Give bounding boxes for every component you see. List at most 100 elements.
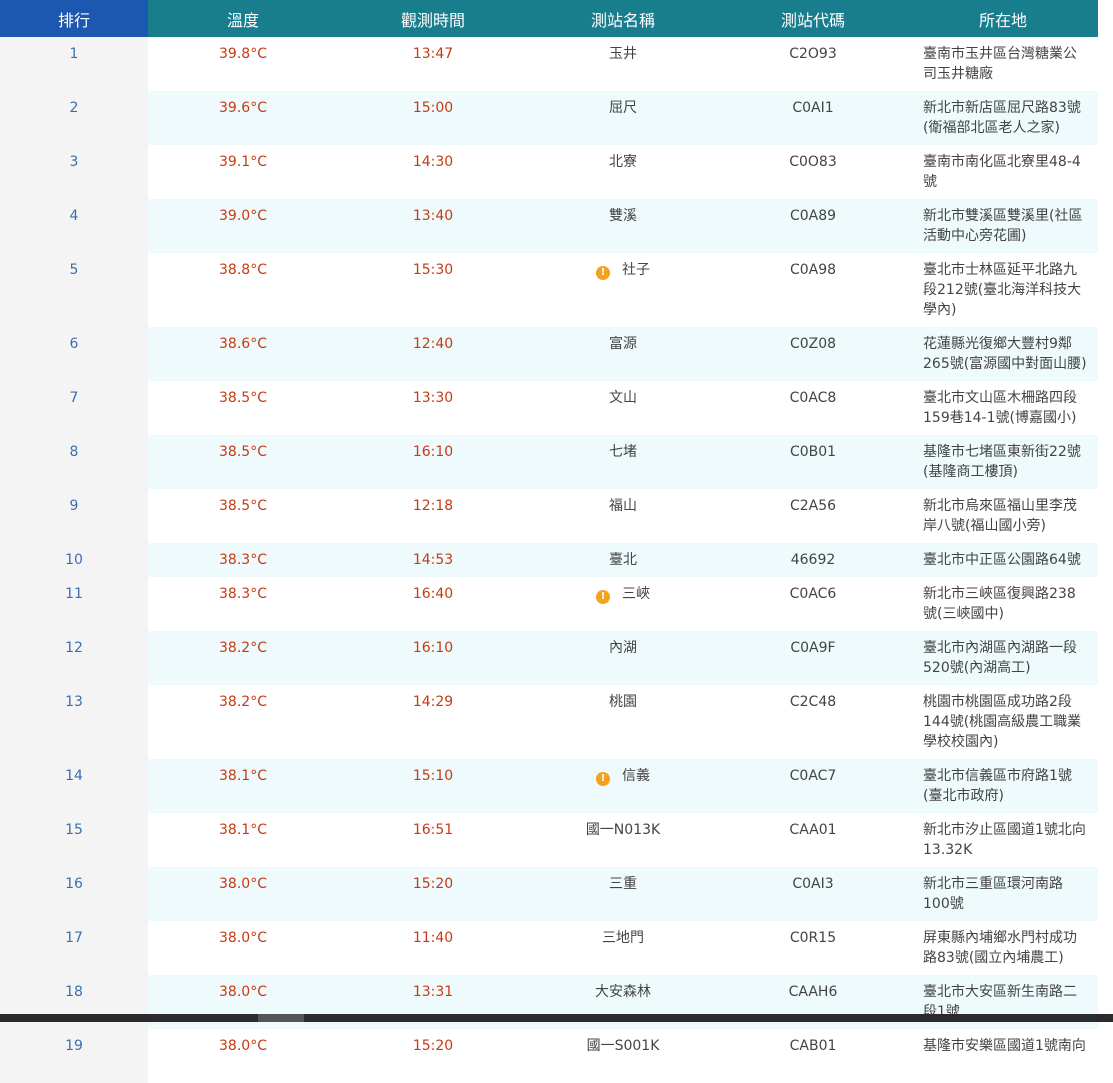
station-name[interactable]: 大安森林 [595,984,651,1000]
table-row[interactable]: 13 38.2°C 14:29 桃園 C2C48 桃園市桃園區成功路2段144號(桃園高級… [0,685,1098,759]
station-name[interactable]: 屈尺 [609,100,637,116]
rank-cell: 8 [0,435,148,489]
station-name[interactable]: 雙溪 [609,208,637,224]
table-row[interactable]: 17 38.0°C 11:40 三地門 C0R15 屏東縣內埔鄉水門村成功路83號(國立內… [0,921,1098,975]
station-name[interactable]: 信義 [622,768,650,784]
station-code-cell: C0R15 [718,921,908,975]
station-name[interactable]: 臺北 [609,552,637,568]
temperature-cell: 39.0°C [148,199,338,253]
temperature-ranking-table: 排行 溫度 觀測時間 測站名稱 測站代碼 所在地 1 39.8°C 13:47 玉井 C… [0,0,1098,1083]
temperature-cell: 38.0°C [148,867,338,921]
station-name-cell[interactable]: 福山 [528,489,718,543]
station-name-cell[interactable]: 七堵 [528,435,718,489]
temperature-cell: 38.5°C [148,435,338,489]
time-cell: 13:30 [338,381,528,435]
warning-icon: ! [596,590,610,604]
station-name-cell[interactable]: 三地門 [528,921,718,975]
table-row[interactable]: 1 39.8°C 13:47 玉井 C2O93 臺南市玉井區台灣糖業公司玉井糖廠 [0,37,1098,91]
station-name[interactable]: 國一S001K [587,1038,660,1054]
station-name-cell[interactable]: ! 社子 [528,253,718,327]
station-name-cell[interactable]: 國一S001K [528,1029,718,1083]
table-row[interactable]: 15 38.1°C 16:51 國一N013K CAA01 新北市汐止區國道1號北向13.… [0,813,1098,867]
temperature-header[interactable]: 溫度 [148,0,338,37]
rank-header[interactable]: 排行 [0,0,148,37]
station-name-header[interactable]: 測站名稱 [528,0,718,37]
station-code-header[interactable]: 測站代碼 [718,0,908,37]
station-name-cell[interactable]: ! 三峽 [528,577,718,631]
table-row[interactable]: 19 38.0°C 15:20 國一S001K CAB01 基隆市安樂區國道1號南向 [0,1029,1098,1083]
time-cell: 14:29 [338,685,528,759]
station-name[interactable]: 國一N013K [586,822,660,838]
location-cell: 新北市三重區環河南路100號 [908,867,1098,921]
station-name[interactable]: 桃園 [609,694,637,710]
table-row[interactable]: 7 38.5°C 13:30 文山 C0AC8 臺北市文山區木柵路四段159巷14-1號(… [0,381,1098,435]
table-row[interactable]: 16 38.0°C 15:20 三重 C0AI3 新北市三重區環河南路100號 [0,867,1098,921]
station-code-cell: CAA01 [718,813,908,867]
table-row[interactable]: 6 38.6°C 12:40 富源 C0Z08 花蓮縣光復鄉大豐村9鄰265號(富源國中對… [0,327,1098,381]
location-cell: 桃園市桃園區成功路2段144號(桃園高級農工職業學校校園內) [908,685,1098,759]
temperature-cell: 38.5°C [148,489,338,543]
time-cell: 16:10 [338,435,528,489]
location-header[interactable]: 所在地 [908,0,1098,37]
location-cell: 花蓮縣光復鄉大豐村9鄰265號(富源國中對面山腰) [908,327,1098,381]
location-cell: 臺北市信義區市府路1號(臺北市政府) [908,759,1098,813]
time-cell: 15:20 [338,1029,528,1083]
station-name[interactable]: 內湖 [609,640,637,656]
station-name-cell[interactable]: 北寮 [528,145,718,199]
station-name-cell[interactable]: 國一N013K [528,813,718,867]
station-name-cell[interactable]: 文山 [528,381,718,435]
station-name[interactable]: 社子 [622,262,650,278]
station-name[interactable]: 富源 [609,336,637,352]
station-name[interactable]: 三峽 [622,586,650,602]
location-cell: 新北市雙溪區雙溪里(社區活動中心旁花圃) [908,199,1098,253]
station-name-cell[interactable]: 富源 [528,327,718,381]
station-name[interactable]: 三重 [609,876,637,892]
station-code-cell: C2O93 [718,37,908,91]
time-cell: 16:10 [338,631,528,685]
station-code-cell: CAB01 [718,1029,908,1083]
station-name-cell[interactable]: 臺北 [528,543,718,577]
table-row[interactable]: 10 38.3°C 14:53 臺北 46692 臺北市中正區公園路64號 [0,543,1098,577]
station-name[interactable]: 玉井 [609,46,637,62]
station-code-cell: C0AI1 [718,91,908,145]
table-row[interactable]: 11 38.3°C 16:40! 三峽 C0AC6 新北市三峽區復興路238號(三峽國中) [0,577,1098,631]
horizontal-scrollbar[interactable] [0,1014,1113,1022]
temperature-cell: 38.3°C [148,577,338,631]
station-name-cell[interactable]: 雙溪 [528,199,718,253]
temperature-cell: 38.2°C [148,685,338,759]
station-name[interactable]: 三地門 [602,930,644,946]
time-cell: 15:30 [338,253,528,327]
station-name[interactable]: 文山 [609,390,637,406]
table-header-row: 排行 溫度 觀測時間 測站名稱 測站代碼 所在地 [0,0,1098,37]
station-name-cell[interactable]: 屈尺 [528,91,718,145]
rank-cell: 2 [0,91,148,145]
time-cell: 11:40 [338,921,528,975]
observation-time-header[interactable]: 觀測時間 [338,0,528,37]
table-row[interactable]: 2 39.6°C 15:00 屈尺 C0AI1 新北市新店區屈尺路83號(衛福部北區老人之… [0,91,1098,145]
station-name[interactable]: 福山 [609,498,637,514]
table-row[interactable]: 12 38.2°C 16:10 內湖 C0A9F 臺北市內湖區內湖路一段520號(內湖高工… [0,631,1098,685]
temperature-cell: 38.0°C [148,921,338,975]
table-row[interactable]: 14 38.1°C 15:10! 信義 C0AC7 臺北市信義區市府路1號(臺北市政府) [0,759,1098,813]
table-row[interactable]: 4 39.0°C 13:40 雙溪 C0A89 新北市雙溪區雙溪里(社區活動中心旁花圃) [0,199,1098,253]
table-row[interactable]: 9 38.5°C 12:18 福山 C2A56 新北市烏來區福山里李茂岸八號(福山國小旁) [0,489,1098,543]
rank-cell: 19 [0,1029,148,1083]
scrollbar-thumb[interactable] [258,1014,304,1022]
station-name-cell[interactable]: 玉井 [528,37,718,91]
table-row[interactable]: 5 38.8°C 15:30! 社子 C0A98 臺北市士林區延平北路九段212號(臺北海… [0,253,1098,327]
station-name[interactable]: 北寮 [609,154,637,170]
location-cell: 新北市新店區屈尺路83號(衛福部北區老人之家) [908,91,1098,145]
station-name-cell[interactable]: 內湖 [528,631,718,685]
station-name-cell[interactable]: 桃園 [528,685,718,759]
station-name-cell[interactable]: ! 信義 [528,759,718,813]
station-name[interactable]: 七堵 [609,444,637,460]
rank-cell: 11 [0,577,148,631]
time-cell: 13:40 [338,199,528,253]
time-cell: 14:30 [338,145,528,199]
station-code-cell: C0A9F [718,631,908,685]
rank-cell: 13 [0,685,148,759]
table-row[interactable]: 8 38.5°C 16:10 七堵 C0B01 基隆市七堵區東新街22號(基隆商工樓頂) [0,435,1098,489]
rank-cell: 4 [0,199,148,253]
table-row[interactable]: 3 39.1°C 14:30 北寮 C0O83 臺南市南化區北寮里48-4號 [0,145,1098,199]
station-name-cell[interactable]: 三重 [528,867,718,921]
